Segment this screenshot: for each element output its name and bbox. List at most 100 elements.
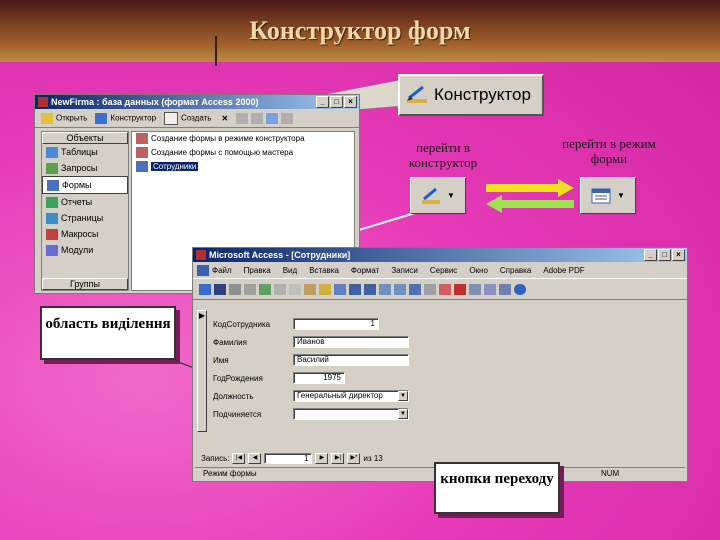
print-icon[interactable] [229,283,241,295]
record-total: из 13 [363,453,383,463]
query-icon [46,162,58,174]
objects-header[interactable]: Объекты [42,132,128,144]
create-button[interactable]: Создать [164,111,211,125]
menu-records[interactable]: Записи [391,266,418,275]
objects-item-modules[interactable]: Модули [42,242,128,258]
copy-icon[interactable] [289,283,301,295]
menu-format[interactable]: Формат [351,266,379,275]
design-view-button[interactable]: ▼ [410,177,466,214]
switch-arrows [486,179,574,213]
help-icon[interactable] [514,283,526,295]
new-object-icon[interactable] [499,283,511,295]
record-selector[interactable]: ▶ [197,310,207,432]
menu-edit[interactable]: Правка [244,266,271,275]
field-first-name[interactable]: Василий [293,354,409,366]
close-button[interactable]: × [344,96,357,108]
small-icons-view-icon[interactable] [251,112,264,124]
preview-icon[interactable] [244,283,256,295]
callout-nav-buttons: кнопки переходу [434,462,560,514]
objects-item-queries[interactable]: Запросы [42,160,128,176]
nav-label: Запись: [201,453,230,463]
cut-icon[interactable] [274,283,286,295]
field-reports-to[interactable]: ▼ [293,408,409,420]
field-label: ГодРождения [213,374,263,383]
sort-desc-icon[interactable] [364,283,376,295]
form-body: ▶ КодСотрудника 1 Фамилия Иванов Имя Вас… [195,306,685,438]
field-employee-id[interactable]: 1 [293,318,379,330]
design-pencil-icon [407,85,427,103]
menu-file[interactable]: Файл [212,266,232,275]
objects-item-tables[interactable]: Таблицы [42,144,128,160]
open-button[interactable]: Открыть [41,112,87,124]
combo-arrow-icon[interactable]: ▼ [398,409,408,419]
menu-tools[interactable]: Сервис [430,266,457,275]
current-record-input[interactable]: 1 [264,452,313,464]
status-num: NUM [601,469,620,478]
sort-asc-icon[interactable] [349,283,361,295]
properties-icon[interactable] [469,283,481,295]
menu-window[interactable]: Окно [469,266,488,275]
position-value: Генеральный директор [297,391,383,400]
page-title: Конструктор форм [249,16,471,45]
delete-record-icon[interactable] [454,283,466,295]
list-item-employees-form[interactable]: Сотрудники [132,160,354,174]
db-app-icon [38,97,48,107]
field-position[interactable]: Генеральный директор ▼ [293,390,409,402]
field-birth-year[interactable]: 1975 [293,372,345,384]
minimize-button[interactable]: _ [316,96,329,108]
undo-icon[interactable] [334,283,346,295]
last-record-button[interactable]: ▶| [331,452,345,464]
objects-item-macros[interactable]: Макросы [42,226,128,242]
filter-selection-icon[interactable] [379,283,391,295]
format-painter-icon[interactable] [319,283,331,295]
wizard-icon [136,147,148,159]
menu-help[interactable]: Справка [500,266,531,275]
delete-icon[interactable]: ✕ [221,114,228,123]
minimize-button[interactable]: _ [644,249,657,261]
large-icons-view-icon[interactable] [236,112,249,124]
menu-adobe-pdf[interactable]: Adobe PDF [543,266,584,275]
form-view-button[interactable]: ▼ [580,177,636,214]
groups-footer[interactable]: Группы [42,278,128,290]
prev-record-button[interactable]: ◀ [248,452,262,464]
objects-item-pages[interactable]: Страницы [42,210,128,226]
field-label: Фамилия [213,338,247,347]
maximize-button[interactable]: □ [330,96,343,108]
form-view-icon [591,188,611,203]
design-button[interactable]: Конструктор [95,112,156,124]
list-item-design-form[interactable]: Создание формы в режиме конструктора [132,132,354,146]
spelling-icon[interactable] [259,283,271,295]
design-pencil-icon [422,187,441,204]
new-form-icon [136,133,148,145]
maximize-button[interactable]: □ [658,249,671,261]
menu-bar: Файл Правка Вид Вставка Формат Записи Се… [193,262,687,279]
menu-view[interactable]: Вид [283,266,297,275]
list-item-wizard-form[interactable]: Создание формы с помощью мастера [132,146,354,160]
find-icon[interactable] [424,283,436,295]
db-window-title: NewFirma : база данных (формат Access 20… [51,97,259,107]
first-record-button[interactable]: |◀ [232,452,246,464]
database-window-icon[interactable] [484,283,496,295]
close-button[interactable]: × [672,249,685,261]
list-view-icon[interactable] [266,112,279,124]
constructor-button[interactable]: Конструктор [398,74,544,116]
objects-item-forms[interactable]: Формы [42,176,128,194]
db-toolbar: Открыть Конструктор Создать ✕ [35,109,359,128]
menu-insert[interactable]: Вставка [309,266,339,275]
new-record-icon[interactable] [439,283,451,295]
next-record-button[interactable]: ▶ [315,452,329,464]
field-label: Должность [213,392,254,401]
new-record-nav-button[interactable]: ▶* [347,452,361,464]
save-icon[interactable] [214,283,226,295]
paste-icon[interactable] [304,283,316,295]
design-view-icon[interactable] [199,283,211,295]
field-label: КодСотрудника [213,320,271,329]
field-label: Подчиняется [213,410,262,419]
combo-arrow-icon[interactable]: ▼ [398,391,408,401]
filter-form-icon[interactable] [394,283,406,295]
apply-filter-icon[interactable] [409,283,421,295]
objects-item-reports[interactable]: Отчеты [42,194,128,210]
access-app-icon [196,250,206,260]
field-last-name[interactable]: Иванов [293,336,409,348]
details-view-icon[interactable] [281,112,294,124]
